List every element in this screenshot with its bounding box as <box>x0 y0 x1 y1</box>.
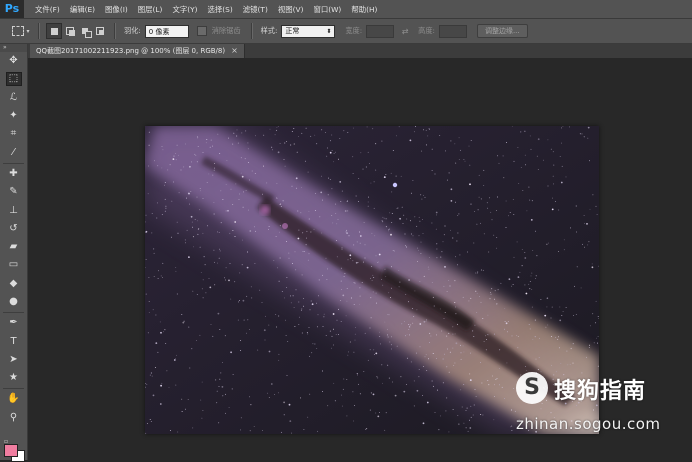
tool-button[interactable]: ↺ <box>0 220 27 238</box>
menu-filter[interactable]: 滤镜(T) <box>238 4 273 15</box>
clone-stamp-tool-icon: ⊥ <box>6 204 22 218</box>
subtract-from-selection-button[interactable] <box>78 24 92 38</box>
height-input[interactable] <box>439 25 467 38</box>
style-select-value: 正常 <box>285 26 299 37</box>
type-tool-icon: T <box>6 335 22 349</box>
tool-button[interactable]: ⚲ <box>0 409 27 427</box>
feather-label: 羽化: <box>124 26 141 36</box>
style-select[interactable]: 正常 ⬍ <box>281 25 335 38</box>
chevron-down-icon: ▾ <box>26 28 29 35</box>
pen-tool-icon: ✒ <box>6 316 22 330</box>
tool-button[interactable]: ★ <box>0 369 27 387</box>
close-icon[interactable]: × <box>231 44 238 58</box>
divider <box>38 23 40 39</box>
width-label: 宽度: <box>345 26 362 36</box>
magic-wand-tool-icon: ✦ <box>6 109 22 123</box>
crop-tool-icon: ⌗ <box>6 127 22 141</box>
rectangular-marquee-tool-icon: ⬚ <box>6 72 22 86</box>
eraser-tool-icon: ▰ <box>6 240 22 254</box>
watermark-url: zhinan.sogou.com <box>516 415 661 433</box>
tool-button[interactable]: ● <box>0 293 27 311</box>
tool-button[interactable]: ➤ <box>0 351 27 369</box>
tool-button[interactable]: ✚ <box>0 165 27 183</box>
tool-button[interactable]: ✒ <box>0 314 27 332</box>
menu-layer[interactable]: 图层(L) <box>133 4 168 15</box>
lasso-tool-icon: ℒ <box>6 91 22 105</box>
menu-file[interactable]: 文件(F) <box>30 4 65 15</box>
tool-preset-picker[interactable]: ▾ <box>10 22 32 40</box>
intersect-selection-icon <box>96 27 104 35</box>
menu-help[interactable]: 帮助(H) <box>346 4 382 15</box>
swap-dimensions-icon[interactable]: ⇄ <box>400 27 410 36</box>
brush-tool-icon: ✎ <box>6 185 22 199</box>
tool-button[interactable]: ▰ <box>0 238 27 256</box>
watermark-title: 搜狗指南 <box>554 373 646 405</box>
tool-button[interactable]: ℒ <box>0 89 27 107</box>
tool-button[interactable]: ✋ <box>0 390 27 408</box>
tool-list: ✥ ⬚ ℒ ✦ ⌗ ⁄ ✚ ✎ ⊥ ↺ ▰ ▭ ◆ ● ✒ T ➤ ★ ✋ ⚲ <box>0 52 27 427</box>
rectangular-marquee-icon <box>12 26 24 36</box>
eyedropper-tool-icon: ⁄ <box>6 146 22 160</box>
height-label: 高度: <box>418 26 435 36</box>
menu-image[interactable]: 图像(I) <box>100 4 133 15</box>
sogou-watermark: 搜狗指南 zhinan.sogou.com <box>514 370 684 440</box>
healing-brush-tool-icon: ✚ <box>6 167 22 181</box>
dodge-tool-icon: ● <box>6 295 22 309</box>
tool-button[interactable]: ◆ <box>0 275 27 293</box>
divider <box>251 23 253 39</box>
path-selection-tool-icon: ➤ <box>6 353 22 367</box>
toolbar-divider <box>3 388 24 389</box>
panel-collapse-icon[interactable]: » <box>0 44 27 52</box>
tool-button[interactable]: ✎ <box>0 183 27 201</box>
history-brush-tool-icon: ↺ <box>6 222 22 236</box>
shape-tool-icon: ★ <box>6 371 22 385</box>
photoshop-logo: Ps <box>0 0 24 18</box>
width-input[interactable] <box>366 25 394 38</box>
menu-select[interactable]: 选择(S) <box>203 4 238 15</box>
tool-button[interactable]: ⌗ <box>0 125 27 143</box>
menu-bar: Ps 文件(F) 编辑(E) 图像(I) 图层(L) 文字(Y) 选择(S) 滤… <box>0 0 692 19</box>
select-arrows-icon: ⬍ <box>326 26 331 37</box>
color-swatches: ▫ <box>2 438 26 460</box>
menu-view[interactable]: 视图(V) <box>273 4 309 15</box>
tool-button[interactable]: ▭ <box>0 256 27 274</box>
tool-button[interactable]: ⁄ <box>0 143 27 161</box>
tools-panel: » ✥ ⬚ ℒ ✦ ⌗ ⁄ ✚ ✎ ⊥ ↺ ▰ ▭ ◆ ● ✒ T ➤ ★ ✋ ⚲ ▫ <box>0 44 28 460</box>
toolbar-divider <box>3 312 24 313</box>
sogou-logo-icon <box>516 372 548 404</box>
zoom-tool-icon: ⚲ <box>6 411 22 425</box>
gradient-tool-icon: ▭ <box>6 258 22 272</box>
document-tab-bar: QQ截图20171002211923.png @ 100% (图层 0, RGB… <box>28 44 692 58</box>
hand-tool-icon: ✋ <box>6 392 22 406</box>
menu-edit[interactable]: 编辑(E) <box>65 4 100 15</box>
new-selection-icon <box>51 28 58 35</box>
new-selection-button[interactable] <box>46 23 62 39</box>
tool-button[interactable]: ⬚ <box>0 70 27 88</box>
foreground-color-swatch[interactable] <box>4 444 18 457</box>
style-label: 样式: <box>261 26 278 36</box>
toolbar-divider <box>3 163 24 164</box>
document-tab-title: QQ截图20171002211923.png @ 100% (图层 0, RGB… <box>36 44 225 58</box>
options-bar: ▾ 羽化: 0 像素 消除锯齿 样式: 正常 ⬍ 宽度: ⇄ 高度: 调整边缘.… <box>0 19 692 44</box>
feather-input[interactable]: 0 像素 <box>145 25 189 38</box>
menu-window[interactable]: 窗口(W) <box>308 4 346 15</box>
add-to-selection-button[interactable] <box>63 24 77 38</box>
refine-edge-button[interactable]: 调整边缘... <box>477 24 528 38</box>
tool-button[interactable]: ✦ <box>0 107 27 125</box>
intersect-selection-button[interactable] <box>93 24 107 38</box>
tool-button[interactable]: ✥ <box>0 52 27 70</box>
antialias-label: 消除锯齿 <box>212 26 241 36</box>
subtract-selection-icon <box>82 28 88 34</box>
antialias-checkbox[interactable] <box>197 26 207 36</box>
tool-button[interactable]: ⊥ <box>0 201 27 219</box>
tool-button[interactable]: T <box>0 332 27 350</box>
document-tab[interactable]: QQ截图20171002211923.png @ 100% (图层 0, RGB… <box>30 44 245 58</box>
move-tool-icon: ✥ <box>6 54 22 68</box>
blur-tool-icon: ◆ <box>6 277 22 291</box>
menu-type[interactable]: 文字(Y) <box>167 4 202 15</box>
divider <box>114 23 116 39</box>
add-selection-icon <box>66 27 74 35</box>
